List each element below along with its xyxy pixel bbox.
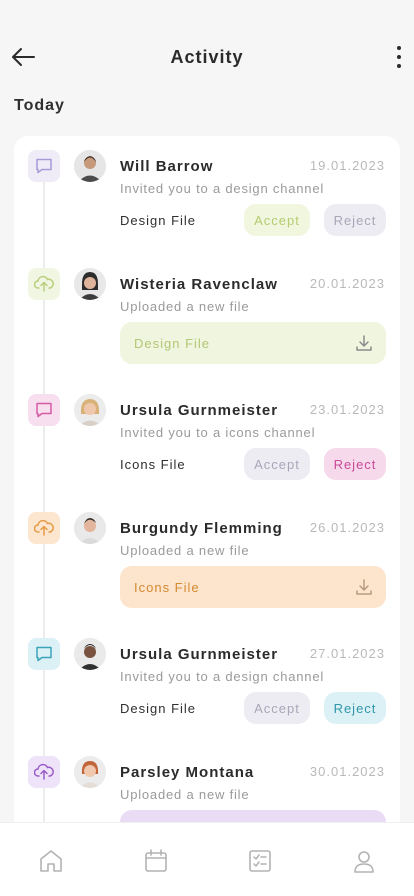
nav-home[interactable] — [37, 847, 65, 875]
dot-icon — [397, 64, 401, 68]
activity-description: Uploaded a new file — [120, 787, 250, 802]
avatar — [74, 150, 106, 182]
profile-icon — [354, 851, 374, 873]
activity-date: 26.01.2023 — [309, 520, 385, 535]
activity-date: 19.01.2023 — [309, 158, 385, 173]
accept-button[interactable]: Accept — [244, 204, 310, 236]
accept-button[interactable]: Accept — [244, 448, 310, 480]
activity-description: Invited you to a design channel — [120, 669, 325, 684]
file-download-bar[interactable]: Icons File — [120, 566, 386, 608]
more-options-button[interactable] — [394, 44, 404, 70]
file-label: Design File — [120, 701, 197, 716]
home-icon — [40, 850, 62, 872]
accept-button[interactable]: Accept — [244, 692, 310, 724]
file-download-bar[interactable]: Design File — [120, 322, 386, 364]
avatar — [74, 756, 106, 788]
user-name: Burgundy Flemming — [120, 520, 283, 537]
nav-profile[interactable] — [350, 847, 378, 875]
avatar — [74, 394, 106, 426]
avatar — [74, 512, 106, 544]
activity-date: 27.01.2023 — [309, 646, 385, 661]
activity-date: 30.01.2023 — [309, 764, 385, 779]
user-name: Wisteria Ravenclaw — [120, 276, 278, 293]
calendar-icon — [145, 849, 167, 872]
avatar — [74, 638, 106, 670]
download-icon[interactable] — [354, 577, 374, 597]
nav-calendar[interactable] — [142, 847, 170, 875]
file-label: Icons File — [120, 457, 186, 472]
activity-description: Invited you to a design channel — [120, 181, 325, 196]
activity-date: 23.01.2023 — [309, 402, 385, 417]
download-icon[interactable] — [354, 333, 374, 353]
file-name: Design File — [134, 335, 211, 351]
activity-date: 20.01.2023 — [309, 276, 385, 291]
dot-icon — [397, 46, 401, 50]
activity-description: Uploaded a new file — [120, 299, 250, 314]
file-name: Icons File — [134, 579, 200, 595]
activity-card: Will Barrow 19.01.2023 Invited you to a … — [14, 136, 400, 896]
avatar — [74, 268, 106, 300]
tasks-icon — [249, 850, 271, 872]
chat-icon — [28, 150, 60, 182]
file-label: Design File — [120, 213, 197, 228]
user-name: Ursula Gurnmeister — [120, 646, 279, 663]
user-name: Parsley Montana — [120, 764, 255, 781]
cloud-upload-icon — [28, 756, 60, 788]
activity-description: Uploaded a new file — [120, 543, 250, 558]
cloud-upload-icon — [28, 512, 60, 544]
activity-description: Invited you to a icons channel — [120, 425, 316, 440]
dot-icon — [397, 55, 401, 59]
chat-icon — [28, 638, 60, 670]
header: Activity — [0, 0, 414, 90]
reject-button[interactable]: Reject — [324, 692, 386, 724]
reject-button[interactable]: Reject — [324, 204, 386, 236]
page-title: Activity — [170, 47, 244, 67]
reject-button[interactable]: Reject — [324, 448, 386, 480]
chat-icon — [28, 394, 60, 426]
bottom-nav — [0, 822, 414, 896]
nav-tasks[interactable] — [246, 847, 274, 875]
user-name: Ursula Gurnmeister — [120, 402, 279, 419]
cloud-upload-icon — [28, 268, 60, 300]
section-label-today: Today — [14, 97, 65, 114]
user-name: Will Barrow — [120, 158, 214, 175]
